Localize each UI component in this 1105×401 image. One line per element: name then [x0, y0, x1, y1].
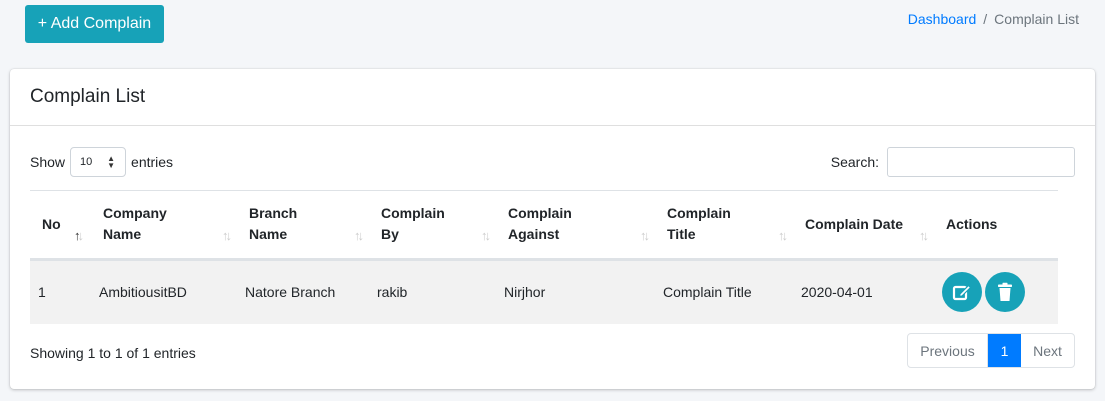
col-header-label: Name: [249, 226, 288, 243]
col-header-label: Complain: [381, 205, 445, 222]
col-header-label: Company: [103, 205, 167, 222]
col-header-label: No: [42, 215, 61, 232]
complain-list-card: Complain List Show 10 ▲ ▼ entries Search:…: [10, 69, 1095, 389]
table-header-row: No ↑↓ Company Name ↑↓ Branch Name ↑↓ Com…: [30, 191, 1058, 261]
cell-complain-by: rakib: [369, 259, 496, 324]
edit-button[interactable]: [942, 272, 982, 313]
entries-select-value: 10: [80, 156, 93, 168]
trash-icon: [998, 283, 1012, 302]
cell-complain-against: Nirjhor: [496, 259, 655, 324]
table-controls: Show 10 ▲ ▼ entries Search:: [30, 147, 1075, 177]
cell-company: AmbitiousitBD: [91, 259, 237, 324]
col-header-complain-against[interactable]: Complain Against ↑↓: [496, 191, 655, 261]
table-row: 1 AmbitiousitBD Natore Branch rakib Nirj…: [30, 259, 1058, 324]
select-arrows-icon: ▲ ▼: [107, 154, 116, 170]
col-header-label: Complain: [508, 205, 572, 222]
col-header-label: Branch: [249, 205, 298, 222]
search-control: Search:: [831, 147, 1075, 177]
sort-icon: ↑↓: [919, 227, 929, 243]
card-header: Complain List: [10, 69, 1095, 126]
sort-icon: ↑↓: [222, 227, 232, 243]
col-header-label: By: [381, 226, 399, 243]
search-label: Search:: [830, 154, 879, 170]
cell-complain-date: 2020-04-01: [793, 259, 934, 324]
sort-icon: ↑↓: [354, 227, 364, 243]
col-header-actions: Actions: [934, 191, 1058, 261]
col-header-label: Complain Date: [805, 215, 904, 232]
col-header-complain-date[interactable]: Complain Date ↑↓: [793, 191, 934, 261]
length-control: Show 10 ▲ ▼ entries: [30, 147, 173, 177]
sort-icon: ↑↓: [778, 227, 788, 243]
show-label: Show: [30, 154, 66, 170]
cell-branch: Natore Branch: [237, 259, 369, 324]
col-header-label: Actions: [946, 215, 998, 232]
col-header-label: Name: [103, 226, 142, 243]
add-complain-button[interactable]: + Add Complain: [25, 5, 164, 43]
col-header-branch-name[interactable]: Branch Name ↑↓: [237, 191, 369, 261]
sort-icon: ↑↓: [481, 227, 491, 243]
cell-complain-title: Complain Title: [655, 259, 793, 324]
col-header-company-name[interactable]: Company Name ↑↓: [91, 191, 237, 261]
col-header-label: Complain: [667, 205, 731, 222]
pagination-next[interactable]: Next: [1021, 334, 1074, 367]
col-header-complain-by[interactable]: Complain By ↑↓: [369, 191, 496, 261]
sort-icon: ↑↓: [640, 227, 650, 243]
row-actions: [942, 272, 1050, 313]
search-input[interactable]: [887, 147, 1075, 177]
pagination-page-1[interactable]: 1: [988, 334, 1021, 367]
table-info: Showing 1 to 1 of 1 entries: [30, 345, 196, 361]
cell-no: 1: [30, 259, 91, 324]
col-header-complain-title[interactable]: Complain Title ↑↓: [655, 191, 793, 261]
delete-button[interactable]: [985, 272, 1025, 313]
breadcrumb-current: Complain List: [994, 11, 1079, 27]
card-title: Complain List: [30, 86, 146, 107]
col-header-label: Title: [667, 226, 696, 243]
sort-icon: ↑↓: [74, 227, 84, 243]
complain-table: No ↑↓ Company Name ↑↓ Branch Name ↑↓ Com…: [30, 191, 1058, 324]
breadcrumb: Dashboard / Complain List: [908, 11, 1079, 27]
col-header-label: Against: [508, 226, 560, 243]
breadcrumb-separator: /: [983, 11, 988, 27]
entries-select[interactable]: 10 ▲ ▼: [70, 147, 127, 177]
breadcrumb-dashboard-link[interactable]: Dashboard: [908, 11, 977, 27]
pagination-previous[interactable]: Previous: [908, 334, 988, 367]
col-header-no[interactable]: No ↑↓: [30, 191, 91, 261]
cell-actions: [934, 259, 1058, 324]
entries-label: entries: [131, 154, 174, 170]
edit-icon: [952, 284, 972, 301]
pagination: Previous 1 Next: [907, 333, 1075, 368]
